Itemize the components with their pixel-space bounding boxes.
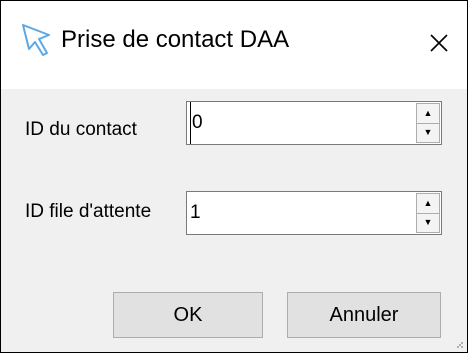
ok-button[interactable]: OK (113, 292, 263, 338)
contact-id-spin-buttons: ▲ ▼ (416, 103, 440, 143)
dialog-window: Prise de contact DAA ID du contact 0 ▲ ▼… (0, 0, 468, 353)
queue-id-spin-buttons: ▲ ▼ (416, 193, 440, 233)
close-icon (430, 34, 448, 52)
queue-id-label: ID file d'attente (25, 201, 152, 222)
close-button[interactable] (416, 15, 462, 71)
title-bar: Prise de contact DAA (1, 1, 467, 89)
cancel-button[interactable]: Annuler (287, 292, 441, 338)
contact-id-label: ID du contact (25, 119, 137, 140)
spin-down-icon[interactable]: ▼ (416, 213, 440, 233)
queue-id-input[interactable]: 1 (190, 192, 201, 234)
window-title: Prise de contact DAA (61, 26, 290, 53)
cursor-arrow-icon (22, 24, 50, 56)
spin-up-icon[interactable]: ▲ (416, 103, 440, 124)
spin-down-icon[interactable]: ▼ (416, 123, 440, 143)
queue-id-spinner[interactable]: 1 ▲ ▼ (186, 191, 442, 235)
contact-id-spinner[interactable]: 0 ▲ ▼ (186, 101, 442, 145)
contact-id-input[interactable]: 0 (190, 102, 203, 144)
spin-up-icon[interactable]: ▲ (416, 193, 440, 214)
resize-grip-icon[interactable] (457, 342, 463, 348)
